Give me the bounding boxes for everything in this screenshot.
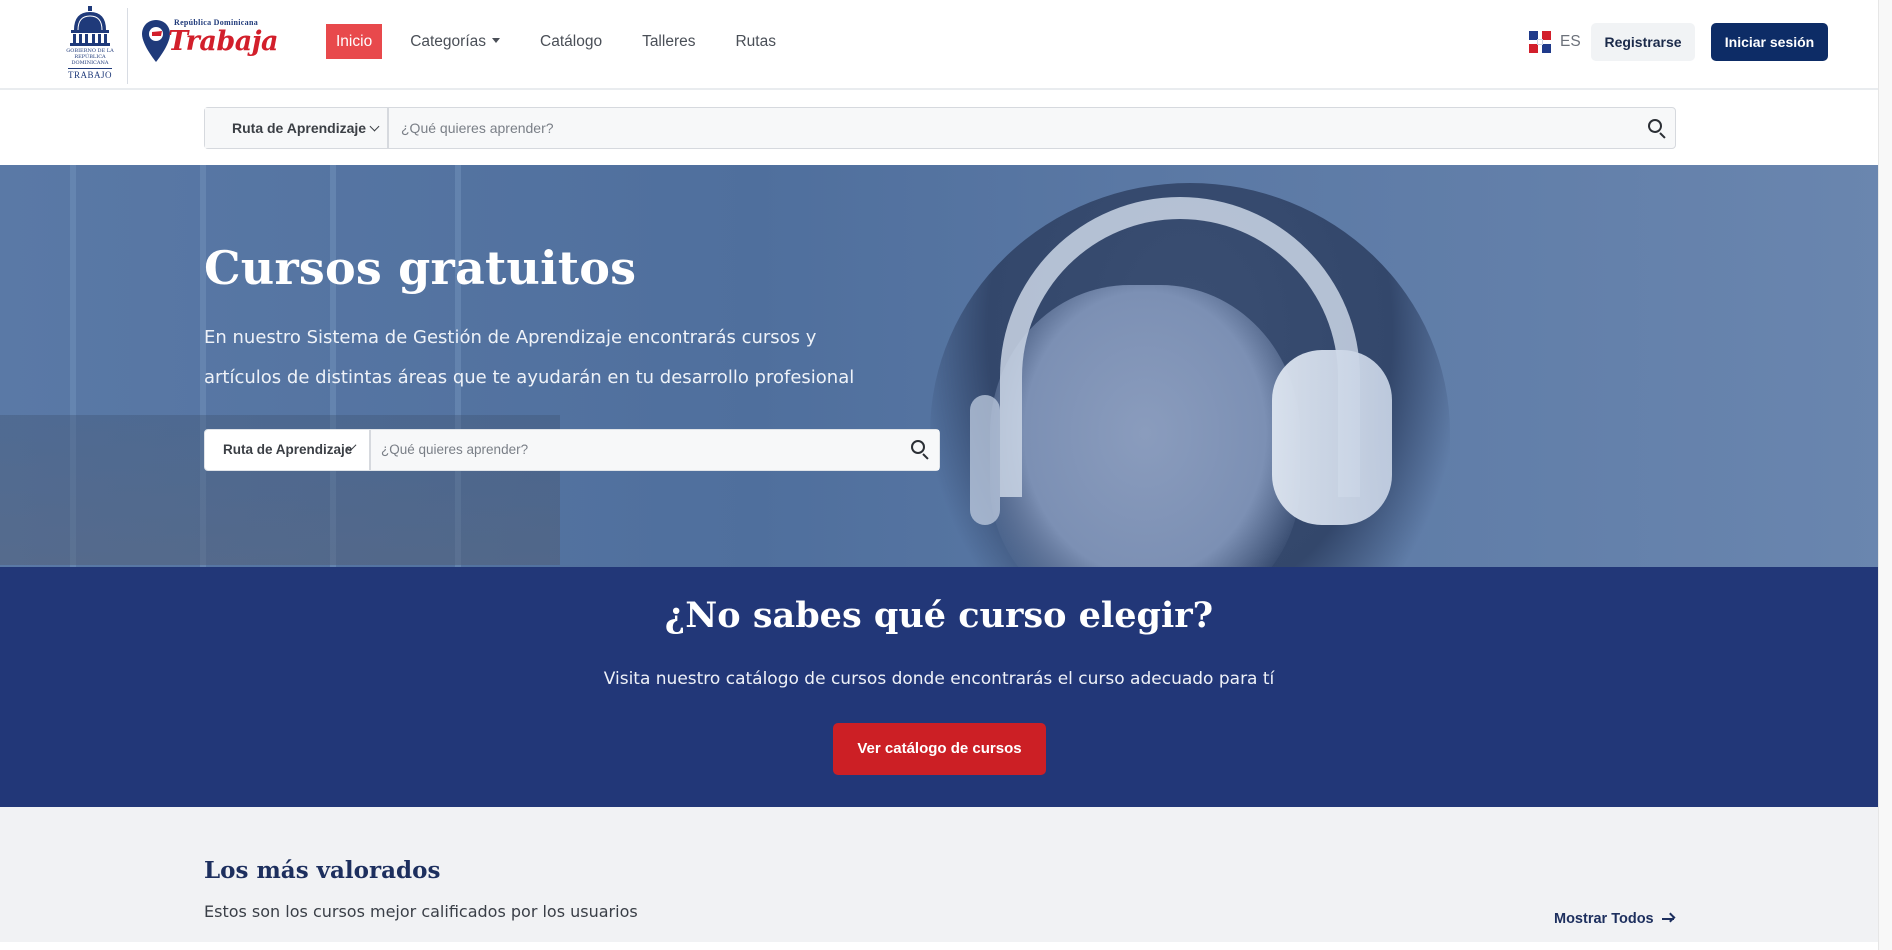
catalog-cta-section: ¿No sabes qué curso elegir? Visita nuest… [0,567,1892,807]
hero-title: Cursos gratuitos [204,241,637,295]
hero-banner: Cursos gratuitos En nuestro Sistema de G… [0,165,1892,567]
government-logo-text: GOBIERNO DE LA REPÚBLICA DOMINICANA [66,48,114,66]
flag-do-icon [1529,31,1551,53]
top-search-bar: Ruta de Aprendizaje ¿Qué quieres aprende… [204,107,1676,149]
hero-description-line: En nuestro Sistema de Gestión de Aprendi… [204,327,817,348]
page-scrollbar[interactable] [1878,0,1892,950]
page-bottom [0,942,1878,950]
register-button[interactable]: Registrarse [1591,23,1695,61]
trabaja-logo-main: Trabaja [168,26,278,57]
page: GOBIERNO DE LA REPÚBLICA DOMINICANA TRAB… [0,0,1892,950]
chevron-down-icon [369,121,380,132]
section-subtitle: Estos son los cursos mejor calificados p… [204,902,638,921]
government-logo-subtext: TRABAJO [67,68,112,80]
nav-item-rutas[interactable]: Rutas [725,24,786,59]
hero-search-select-label: Ruta de Aprendizaje [223,442,353,457]
trabaja-logo[interactable]: República Dominicana Trabaja [138,16,278,72]
hero-search-input[interactable]: ¿Qué quieres aprender? [371,430,939,470]
nav-item-talleres[interactable]: Talleres [632,24,705,59]
top-search-type-select[interactable]: Ruta de Aprendizaje [205,108,389,148]
site-header: GOBIERNO DE LA REPÚBLICA DOMINICANA TRAB… [0,0,1892,90]
nav-item-categorias[interactable]: Categorías [400,24,510,59]
show-all-link[interactable]: Mostrar Todos [1554,911,1676,927]
nav-item-label: Rutas [735,33,776,50]
hero-search-bar: Ruta de Aprendizaje ¿Qué quieres aprende… [204,429,940,471]
show-all-label: Mostrar Todos [1554,911,1654,927]
language-code: ES [1560,33,1581,50]
caret-down-icon [492,38,501,43]
hero-description-line: artículos de distintas áreas que te ayud… [204,367,855,388]
nav-item-label: Categorías [410,33,487,50]
headphones-left-cup [970,395,1000,525]
view-catalog-button[interactable]: Ver catálogo de cursos [833,723,1046,775]
nav-item-label: Catálogo [540,33,603,50]
nav-item-label: Talleres [642,33,696,50]
hero-description: En nuestro Sistema de Gestión de Aprendi… [204,318,964,398]
search-icon[interactable] [911,440,931,460]
headphones-right-cup [1272,350,1392,525]
top-search-input[interactable]: ¿Qué quieres aprender? [389,108,1675,148]
nav-item-inicio[interactable]: Inicio [326,24,383,59]
nav-item-label: Inicio [336,33,373,50]
search-icon[interactable] [1648,119,1668,139]
language-selector[interactable]: ES [1529,31,1581,53]
arrow-right-icon [1661,912,1676,925]
dome-logo-icon [70,6,110,46]
cta-description: Visita nuestro catálogo de cursos donde … [603,669,1275,689]
cta-title: ¿No sabes qué curso elegir? [664,595,1214,636]
government-logo[interactable]: GOBIERNO DE LA REPÚBLICA DOMINICANA TRAB… [64,6,116,82]
top-search-select-label: Ruta de Aprendizaje [232,120,367,136]
top-rated-section: Los más valorados Estos son los cursos m… [0,807,1892,942]
logo-divider [127,8,128,84]
nav-item-catalogo[interactable]: Catálogo [530,24,612,59]
section-title: Los más valorados [204,857,441,884]
hero-search-type-select[interactable]: Ruta de Aprendizaje [205,430,371,470]
login-button[interactable]: Iniciar sesión [1711,23,1828,61]
main-nav: Inicio Categorías Catálogo Talleres Ruta… [326,24,806,59]
